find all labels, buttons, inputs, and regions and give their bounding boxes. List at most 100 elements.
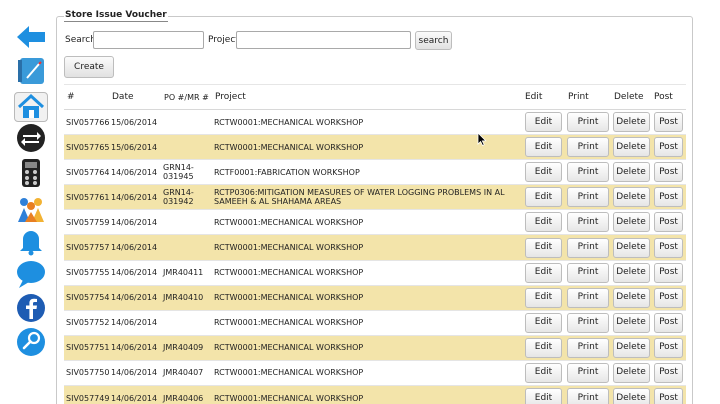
edit-button[interactable]: Edit	[525, 362, 562, 383]
project-name: RCTW0001:MECHANICAL WORKSHOP	[212, 234, 522, 261]
print-button[interactable]: Print	[567, 162, 609, 183]
voucher-date: 14/06/2014	[109, 260, 161, 286]
table-row: SIV057749 14/06/2014 JMR40406 RCTW0001:MECH…	[64, 385, 686, 404]
post-cell: Post	[651, 209, 686, 236]
print-cell: Print	[565, 109, 611, 136]
create-button[interactable]: Create	[64, 56, 114, 78]
delete-button[interactable]: Delete	[612, 112, 650, 133]
people-icon[interactable]	[14, 194, 48, 224]
bell-icon[interactable]	[14, 226, 48, 256]
delete-button[interactable]: Delete	[612, 312, 650, 333]
print-cell: Print	[565, 360, 611, 387]
print-button[interactable]: Print	[567, 112, 609, 133]
swap-icon[interactable]	[14, 123, 48, 153]
delete-cell: Delete	[611, 184, 651, 211]
project-name: RCTW0001:MECHANICAL WORKSHOP	[212, 109, 522, 136]
post-button[interactable]: Post	[654, 187, 683, 208]
post-button[interactable]: Post	[654, 237, 683, 258]
delete-cell: Delete	[611, 134, 651, 161]
edit-cell: Edit	[522, 159, 565, 186]
delete-button[interactable]: Delete	[612, 287, 650, 308]
post-cell: Post	[651, 285, 686, 311]
delete-button[interactable]: Delete	[612, 262, 650, 283]
post-button[interactable]: Post	[654, 287, 683, 308]
print-cell: Print	[565, 285, 611, 311]
col-header-post: Post	[651, 84, 686, 110]
post-button[interactable]: Post	[654, 337, 683, 358]
facebook-icon[interactable]	[14, 293, 48, 323]
print-button[interactable]: Print	[567, 237, 609, 258]
edit-cell: Edit	[522, 109, 565, 136]
search-input[interactable]	[93, 31, 204, 49]
edit-button[interactable]: Edit	[525, 262, 562, 283]
post-button[interactable]: Post	[654, 112, 683, 133]
edit-button[interactable]: Edit	[525, 337, 562, 358]
table-row: SIV057761 14/06/2014 GRN14-031942 RCTP0306:…	[64, 184, 686, 211]
po-mr-number	[161, 234, 212, 261]
col-header-po-mr: PO #/MR #	[161, 84, 212, 110]
edit-button[interactable]: Edit	[525, 137, 562, 158]
print-button[interactable]: Print	[567, 287, 609, 308]
delete-button[interactable]: Delete	[612, 388, 650, 404]
print-button[interactable]: Print	[567, 312, 609, 333]
chat-bubble-icon[interactable]	[14, 259, 48, 289]
edit-button[interactable]: Edit	[525, 112, 562, 133]
voucher-number: SIV057759	[64, 209, 109, 236]
back-arrow-icon[interactable]	[14, 22, 48, 52]
edit-cell: Edit	[522, 385, 565, 404]
delete-button[interactable]: Delete	[612, 162, 650, 183]
delete-button[interactable]: Delete	[612, 362, 650, 383]
print-button[interactable]: Print	[567, 212, 609, 233]
edit-button[interactable]: Edit	[525, 287, 562, 308]
home-icon[interactable]	[14, 92, 48, 122]
post-button[interactable]: Post	[654, 162, 683, 183]
voucher-date: 14/06/2014	[109, 360, 161, 387]
post-button[interactable]: Post	[654, 262, 683, 283]
calculator-icon[interactable]	[14, 158, 48, 188]
edit-button[interactable]: Edit	[525, 388, 562, 404]
post-button[interactable]: Post	[654, 212, 683, 233]
edit-button[interactable]: Edit	[525, 237, 562, 258]
post-button[interactable]: Post	[654, 362, 683, 383]
search-button[interactable]: search	[415, 31, 452, 50]
print-button[interactable]: Print	[567, 362, 609, 383]
post-cell: Post	[651, 184, 686, 211]
edit-button[interactable]: Edit	[525, 162, 562, 183]
delete-cell: Delete	[611, 360, 651, 387]
print-button[interactable]: Print	[567, 337, 609, 358]
delete-button[interactable]: Delete	[612, 187, 650, 208]
print-cell: Print	[565, 184, 611, 211]
delete-button[interactable]: Delete	[612, 212, 650, 233]
print-button[interactable]: Print	[567, 388, 609, 404]
delete-cell: Delete	[611, 385, 651, 404]
notebook-icon[interactable]	[14, 56, 48, 86]
voucher-number: SIV057765	[64, 134, 109, 161]
edit-button[interactable]: Edit	[525, 187, 562, 208]
delete-button[interactable]: Delete	[612, 337, 650, 358]
po-mr-number: GRN14-031942	[161, 184, 212, 211]
edit-button[interactable]: Edit	[525, 212, 562, 233]
table-row: SIV057765 15/06/2014 RCTW0001:MECHANICAL W…	[64, 134, 686, 161]
edit-button[interactable]: Edit	[525, 312, 562, 333]
delete-button[interactable]: Delete	[612, 237, 650, 258]
table-row: SIV057751 14/06/2014 JMR40409 RCTW0001:MECH…	[64, 335, 686, 361]
col-header-date: Date	[109, 84, 161, 110]
table-row: SIV057752 14/06/2014 RCTW0001:MECHANICAL W…	[64, 310, 686, 336]
post-button[interactable]: Post	[654, 388, 683, 404]
post-button[interactable]: Post	[654, 137, 683, 158]
edit-cell: Edit	[522, 310, 565, 336]
post-cell: Post	[651, 310, 686, 336]
voucher-number: SIV057761	[64, 184, 109, 211]
search-magnifier-icon[interactable]	[14, 327, 48, 357]
post-button[interactable]: Post	[654, 312, 683, 333]
print-button[interactable]: Print	[567, 262, 609, 283]
print-button[interactable]: Print	[567, 137, 609, 158]
project-input[interactable]	[236, 31, 411, 49]
voucher-date: 14/06/2014	[109, 385, 161, 404]
voucher-date: 14/06/2014	[109, 184, 161, 211]
project-name: RCTW0001:MECHANICAL WORKSHOP	[212, 310, 522, 336]
project-name: RCTF0001:FABRICATION WORKSHOP	[212, 159, 522, 186]
print-button[interactable]: Print	[567, 187, 609, 208]
voucher-number: SIV057757	[64, 234, 109, 261]
delete-button[interactable]: Delete	[612, 137, 650, 158]
